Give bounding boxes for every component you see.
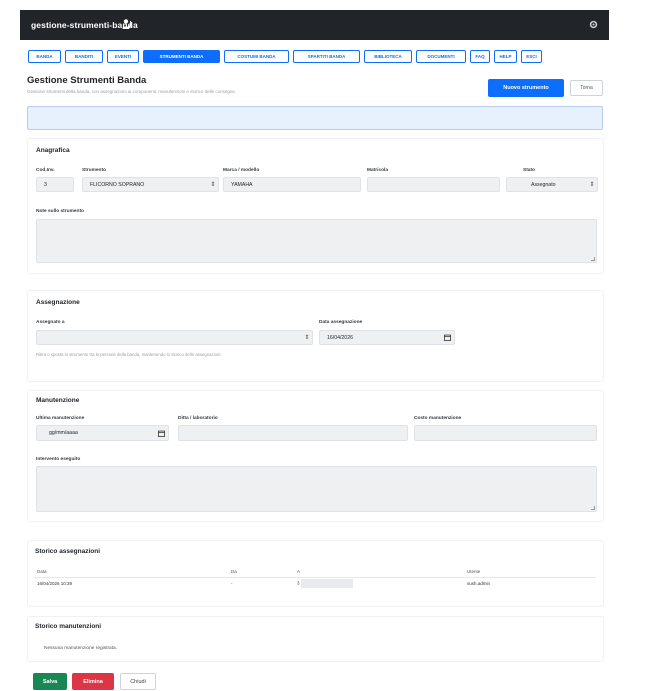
ultima-manutenzione-value: gg/mm/aaaa	[49, 430, 78, 436]
marca-label: Marca / modello	[223, 168, 260, 173]
tab-spartiti-banda[interactable]: SPARTITI BANDA	[293, 50, 360, 63]
column-header-a: A	[294, 567, 464, 578]
resize-handle-icon[interactable]	[591, 506, 595, 510]
strumento-select[interactable]: FLICORNO SOPRANO ⇕	[82, 177, 219, 192]
select-chevron-icon: ⇕	[304, 335, 310, 341]
tab-strumenti-banda[interactable]: STRUMENTI BANDA	[143, 50, 220, 63]
tab-eventi[interactable]: EVENTI	[107, 50, 139, 63]
back-button[interactable]: Torna	[570, 80, 603, 96]
save-button[interactable]: Salva	[33, 673, 67, 690]
tab-esci[interactable]: ESCI	[521, 50, 542, 63]
cod-inv-value: 3	[44, 181, 47, 188]
calendar-icon[interactable]	[154, 430, 168, 437]
anagrafica-title: Anagrafica	[36, 147, 70, 154]
resize-handle-icon[interactable]	[591, 257, 595, 261]
data-assegnazione-label: Data assegnazione	[319, 320, 363, 325]
row-a-cell: 3	[294, 577, 464, 589]
ditta-label: Ditta / laboratorio	[178, 416, 218, 421]
ultima-manutenzione-field[interactable]: gg/mm/aaaa	[36, 425, 169, 441]
assegnazione-hint: Ritira o sposta lo strumento tra le pers…	[36, 352, 222, 357]
select-chevron-icon: ⇕	[589, 182, 595, 188]
tab-documenti[interactable]: DOCUMENTI	[416, 50, 466, 63]
main-nav-tabs: BANDA BANDITI EVENTI STRUMENTI BANDA COS…	[28, 50, 542, 63]
gear-icon[interactable]	[588, 19, 599, 30]
storico-assegnazioni-card: Storico assegnazioni Data Da A Utente 16…	[27, 540, 604, 607]
manutenzione-card: Manutenzione Ultima manutenzione gg/mm/a…	[27, 390, 604, 522]
costo-label: Costo manutenzione	[414, 416, 462, 421]
intervento-textarea[interactable]	[36, 466, 597, 512]
marca-field[interactable]: YAMAHA	[223, 177, 361, 192]
ultima-manutenzione-label: Ultima manutenzione	[36, 416, 85, 421]
assegnato-label: Assegnato a	[36, 320, 65, 325]
note-textarea[interactable]	[36, 219, 597, 263]
strumento-value: FLICORNO SOPRANO	[90, 181, 145, 188]
storico-assegnazioni-table: Data Da A Utente 16/04/2026 10:39 - 3 su…	[34, 567, 596, 589]
page-subtitle: Gestione strumenti della banda, con asse…	[27, 89, 237, 94]
assegnazione-title: Assegnazione	[36, 299, 80, 306]
intervento-label: Intervento eseguito	[36, 457, 81, 462]
manutenzione-title: Manutenzione	[36, 397, 80, 404]
tab-faq[interactable]: FAQ	[470, 50, 490, 63]
data-assegnazione-field[interactable]: 16/04/2026	[319, 330, 455, 345]
tab-help[interactable]: HELP	[494, 50, 517, 63]
cod-inv-label: Cod.Inv.	[36, 168, 55, 173]
top-navbar: gestione-strumenti-banda	[20, 10, 609, 40]
anagrafica-card: Anagrafica Cod.Inv. 3 Strumento FLICORNO…	[27, 138, 604, 274]
marca-value: YAMAHA	[231, 181, 253, 188]
matricola-field[interactable]	[367, 177, 500, 192]
storico-manutenzioni-title: Storico manutenzioni	[35, 623, 102, 630]
row-da: -	[231, 580, 233, 586]
note-label: Note sullo strumento	[36, 209, 84, 214]
tab-banditi[interactable]: BANDITI	[65, 50, 103, 63]
costo-field[interactable]	[414, 425, 597, 441]
assegnato-select[interactable]: ⇕	[36, 330, 313, 345]
row-data: 16/04/2026 10:39	[37, 580, 73, 586]
close-button[interactable]: Chiudi	[120, 673, 156, 690]
tab-banda[interactable]: BANDA	[28, 50, 61, 63]
data-assegnazione-value: 16/04/2026	[327, 334, 353, 341]
storico-manutenzioni-card: Storico manutenzioni Nessuna manutenzion…	[27, 616, 604, 662]
row-utente: sush.admin	[467, 580, 491, 586]
delete-button[interactable]: Elimina	[72, 673, 114, 690]
calendar-icon[interactable]	[440, 334, 454, 341]
strumento-label: Strumento	[82, 168, 106, 173]
select-chevron-icon: ⇕	[210, 182, 216, 188]
table-header-row: Data Da A Utente	[34, 567, 596, 578]
cod-inv-field[interactable]: 3	[36, 177, 74, 192]
row-a: 3	[297, 580, 300, 586]
info-banner	[27, 106, 603, 130]
user-music-icon[interactable]	[121, 18, 133, 30]
stato-label: Stato	[523, 168, 535, 173]
storico-assegnazioni-title: Storico assegnazioni	[35, 548, 101, 555]
tab-biblioteca[interactable]: BIBLIOTECA	[364, 50, 412, 63]
table-row: 16/04/2026 10:39 - 3 sush.admin	[34, 577, 596, 589]
new-instrument-button[interactable]: Nuovo strumento	[488, 79, 564, 97]
page-title: Gestione Strumenti Banda	[27, 75, 147, 86]
ditta-field[interactable]	[178, 425, 408, 441]
storico-manutenzioni-empty: Nessuna manutenzione registrata.	[44, 646, 118, 651]
assegnazione-card: Assegnazione Assegnato a ⇕ Data assegnaz…	[27, 290, 604, 382]
stato-select[interactable]: Assegnato ⇕	[506, 177, 598, 192]
column-header-utente: Utente	[464, 567, 596, 578]
tab-costumi-banda[interactable]: COSTUMI BANDA	[224, 50, 289, 63]
column-header-da: Da	[228, 567, 294, 578]
row-a-placeholder	[300, 578, 353, 588]
column-header-data: Data	[34, 567, 228, 578]
matricola-label: Matricola	[367, 168, 389, 173]
stato-value: Assegnato	[531, 181, 556, 188]
